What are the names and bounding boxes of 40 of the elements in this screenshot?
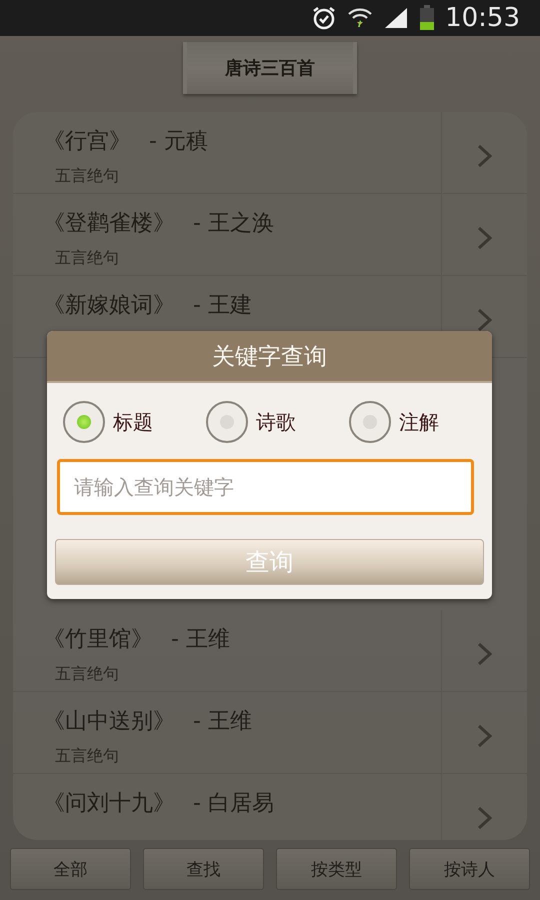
radio-button[interactable] [63,401,105,443]
radio-button[interactable] [206,401,248,443]
poem-author: - 王维 [193,708,252,736]
poem-category: 五言绝句 [54,166,120,187]
poem-title: 《问刘十九》 [43,790,175,818]
poem-category: 五言绝句 [54,664,120,685]
chevron-right-icon [476,804,494,830]
header-title: 唐诗三百首 [183,42,357,94]
bottom-tab-button[interactable]: 按诗人 [409,848,530,890]
radio-label[interactable]: 标题 [113,408,153,436]
poem-title: 《竹里馆》 [43,626,153,654]
bottom-tab-button[interactable]: 按类型 [276,848,397,890]
chevron-right-icon [476,306,494,332]
chevron-right-icon [476,224,494,250]
query-button[interactable]: 查询 [55,539,484,585]
battery-icon [419,5,436,31]
chevron-right-icon [476,640,494,666]
poem-category: 五言绝句 [54,746,120,767]
radio-label[interactable]: 诗歌 [256,408,296,436]
alarm-clock-icon [311,5,338,31]
status-time: 10:53 [445,3,520,33]
poem-category: 五言绝句 [54,248,120,269]
chevron-right-icon [476,722,494,748]
dialog-title: 关键字查询 [47,331,492,383]
poem-author: - 白居易 [193,790,274,818]
poem-author: - 王维 [171,626,230,654]
poem-author: - 王之涣 [193,210,274,238]
poem-title: 《山中送别》 [43,708,175,736]
poem-author: - 王建 [193,292,252,320]
radio-button[interactable] [349,401,391,443]
bottom-tab-button[interactable]: 查找 [143,848,264,890]
poem-title: 《登鹳雀楼》 [43,210,175,238]
radio-label[interactable]: 注解 [399,408,439,436]
chevron-right-icon [476,142,494,168]
bottom-tab-button[interactable]: 全部 [10,848,131,890]
poem-title: 《行宫》 [43,128,131,156]
poem-author: - 元稹 [149,128,208,156]
keyword-input-field[interactable]: 请输入查询关键字 [57,459,474,515]
signal-icon [383,6,410,30]
poem-title: 《新嫁娘词》 [43,292,175,320]
